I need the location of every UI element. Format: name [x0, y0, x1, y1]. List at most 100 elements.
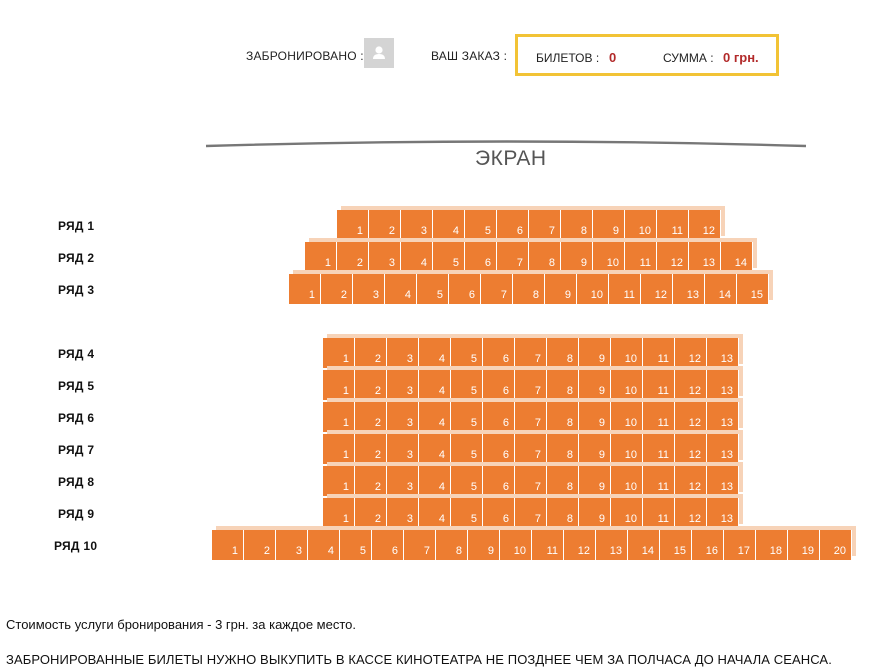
seat[interactable]: 5 [433, 242, 465, 272]
seat[interactable]: 1 [323, 466, 355, 496]
seat[interactable]: 4 [419, 434, 451, 464]
seat[interactable]: 10 [611, 338, 643, 368]
seat[interactable]: 6 [497, 210, 529, 240]
seat[interactable]: 4 [419, 370, 451, 400]
seat[interactable]: 11 [532, 530, 564, 560]
seat[interactable]: 13 [707, 434, 739, 464]
seat[interactable]: 6 [483, 498, 515, 528]
seat[interactable]: 4 [419, 466, 451, 496]
seat[interactable]: 9 [579, 338, 611, 368]
seat[interactable]: 1 [212, 530, 244, 560]
seat[interactable]: 10 [611, 402, 643, 432]
seat[interactable]: 7 [481, 274, 513, 304]
seat[interactable]: 2 [321, 274, 353, 304]
seat[interactable]: 1 [337, 210, 369, 240]
seat[interactable]: 10 [625, 210, 657, 240]
seat[interactable]: 5 [451, 466, 483, 496]
seat[interactable]: 11 [643, 370, 675, 400]
seat[interactable]: 8 [529, 242, 561, 272]
seat[interactable]: 8 [547, 498, 579, 528]
seat[interactable]: 4 [385, 274, 417, 304]
seat[interactable]: 17 [724, 530, 756, 560]
seat[interactable]: 14 [628, 530, 660, 560]
seat[interactable]: 5 [417, 274, 449, 304]
seat[interactable]: 8 [547, 434, 579, 464]
seat[interactable]: 10 [611, 434, 643, 464]
seat[interactable]: 4 [308, 530, 340, 560]
seat[interactable]: 6 [483, 338, 515, 368]
seat[interactable]: 13 [707, 498, 739, 528]
seat[interactable]: 5 [451, 402, 483, 432]
seat[interactable]: 6 [449, 274, 481, 304]
seat[interactable]: 3 [401, 210, 433, 240]
seat[interactable]: 12 [675, 402, 707, 432]
seat[interactable]: 13 [689, 242, 721, 272]
seat[interactable]: 14 [721, 242, 753, 272]
seat[interactable]: 5 [451, 498, 483, 528]
seat[interactable]: 5 [451, 338, 483, 368]
seat[interactable]: 1 [323, 402, 355, 432]
seat[interactable]: 2 [355, 370, 387, 400]
seat[interactable]: 9 [468, 530, 500, 560]
seat[interactable]: 1 [305, 242, 337, 272]
seat[interactable]: 12 [689, 210, 721, 240]
seat[interactable]: 7 [497, 242, 529, 272]
seat[interactable]: 13 [596, 530, 628, 560]
seat[interactable]: 3 [387, 370, 419, 400]
seat[interactable]: 8 [547, 338, 579, 368]
seat[interactable]: 1 [323, 498, 355, 528]
seat[interactable]: 11 [643, 498, 675, 528]
seat[interactable]: 4 [433, 210, 465, 240]
seat[interactable]: 3 [387, 434, 419, 464]
seat[interactable]: 6 [483, 370, 515, 400]
seat[interactable]: 9 [579, 466, 611, 496]
seat[interactable]: 7 [515, 466, 547, 496]
seat[interactable]: 3 [387, 498, 419, 528]
seat[interactable]: 6 [483, 434, 515, 464]
seat[interactable]: 3 [387, 466, 419, 496]
seat[interactable]: 6 [372, 530, 404, 560]
seat[interactable]: 12 [675, 466, 707, 496]
seat[interactable]: 12 [564, 530, 596, 560]
seat[interactable]: 6 [465, 242, 497, 272]
seat[interactable]: 18 [756, 530, 788, 560]
seat[interactable]: 7 [515, 498, 547, 528]
seat[interactable]: 12 [675, 338, 707, 368]
seat[interactable]: 12 [675, 498, 707, 528]
seat[interactable]: 2 [355, 338, 387, 368]
seat[interactable]: 1 [323, 434, 355, 464]
seat[interactable]: 8 [561, 210, 593, 240]
seat[interactable]: 9 [545, 274, 577, 304]
seat[interactable]: 12 [675, 370, 707, 400]
seat[interactable]: 13 [707, 402, 739, 432]
seat[interactable]: 3 [369, 242, 401, 272]
seat[interactable]: 11 [625, 242, 657, 272]
seat[interactable]: 8 [547, 402, 579, 432]
seat[interactable]: 8 [547, 466, 579, 496]
seat[interactable]: 7 [404, 530, 436, 560]
seat[interactable]: 2 [355, 498, 387, 528]
seat[interactable]: 4 [419, 498, 451, 528]
seat[interactable]: 10 [593, 242, 625, 272]
seat[interactable]: 9 [579, 498, 611, 528]
seat[interactable]: 13 [673, 274, 705, 304]
seat[interactable]: 12 [657, 242, 689, 272]
seat[interactable]: 13 [707, 370, 739, 400]
seat[interactable]: 9 [579, 370, 611, 400]
seat[interactable]: 4 [419, 402, 451, 432]
seat[interactable]: 7 [515, 370, 547, 400]
seat[interactable]: 10 [611, 498, 643, 528]
seat[interactable]: 6 [483, 466, 515, 496]
seat[interactable]: 5 [451, 434, 483, 464]
seat[interactable]: 15 [660, 530, 692, 560]
seat[interactable]: 13 [707, 338, 739, 368]
seat[interactable]: 8 [436, 530, 468, 560]
seat[interactable]: 2 [355, 434, 387, 464]
seat[interactable]: 4 [419, 338, 451, 368]
seat[interactable]: 11 [657, 210, 689, 240]
seat[interactable]: 11 [609, 274, 641, 304]
seat[interactable]: 10 [577, 274, 609, 304]
seat[interactable]: 2 [355, 466, 387, 496]
seat[interactable]: 9 [561, 242, 593, 272]
seat[interactable]: 3 [387, 402, 419, 432]
